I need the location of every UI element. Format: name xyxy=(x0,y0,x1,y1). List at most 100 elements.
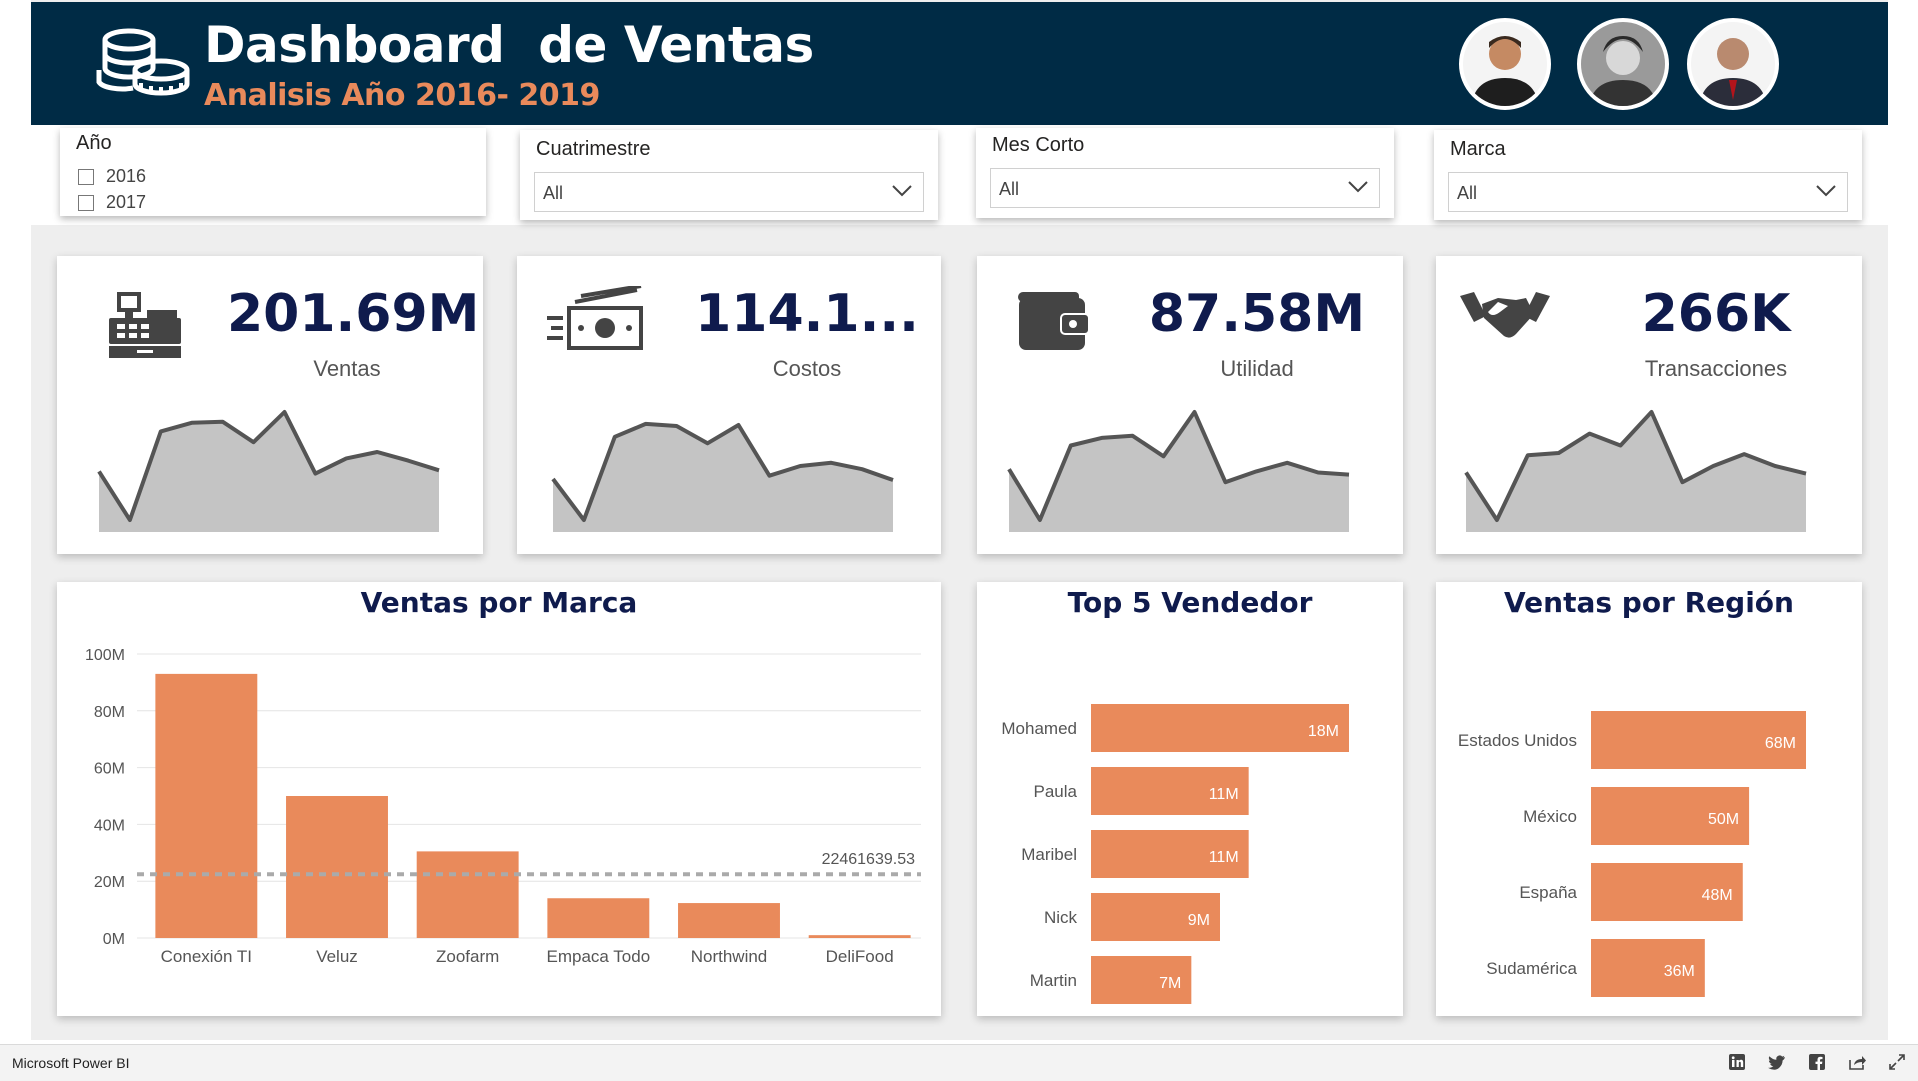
data-label: 68M xyxy=(1765,735,1796,752)
x-tick-label: Empaca Todo xyxy=(547,947,651,966)
wallet-icon xyxy=(1018,292,1089,350)
sparkline-chart xyxy=(1464,410,1807,532)
avatar-2 xyxy=(1577,18,1669,110)
average-line-label: 22461639.53 xyxy=(822,851,916,868)
avatar-3 xyxy=(1687,18,1779,110)
sparkline-area xyxy=(553,423,893,532)
share-icon[interactable] xyxy=(1848,1053,1866,1071)
vendedor-bar-chart: Mohamed 18M Paula 11M Maribel 11M Nick 9M Martin… xyxy=(1001,704,1349,1004)
year-option-2016[interactable]: 2016 xyxy=(78,166,146,187)
powerbi-brand: Microsoft Power BI xyxy=(12,1055,130,1071)
checkbox[interactable] xyxy=(78,194,94,211)
kpi-card-utilidad[interactable]: 87.58M Utilidad xyxy=(977,256,1403,554)
kpi-label: Utilidad xyxy=(1220,356,1294,381)
category-label: Martin xyxy=(1030,971,1077,990)
year-slicer-title: Año xyxy=(76,132,112,154)
sparkline-area xyxy=(99,412,439,532)
marca-bar-chart: 0M 20M 40M 60M 80M 100M Conexión TI Veluz Zoofar… xyxy=(85,647,921,966)
x-tick-label: DeliFood xyxy=(826,947,894,966)
bar-delifood xyxy=(808,935,911,938)
handshake-icon xyxy=(1460,292,1550,338)
fullscreen-icon[interactable] xyxy=(1888,1053,1906,1071)
twitter-icon[interactable] xyxy=(1768,1053,1786,1071)
dropdown-value: All xyxy=(999,179,1020,199)
category-label: España xyxy=(1519,883,1577,902)
data-label: 50M xyxy=(1708,811,1739,828)
status-bar: Microsoft Power BI xyxy=(0,1044,1918,1081)
year-options: 2016 2017 xyxy=(60,164,486,214)
bar-veluz xyxy=(286,796,388,938)
year-option-2017[interactable]: 2017 xyxy=(78,192,146,213)
money-bill-icon xyxy=(547,286,643,350)
bar-empaca-todo xyxy=(547,898,650,938)
category-label: Paula xyxy=(1034,782,1078,801)
checkbox[interactable] xyxy=(78,168,94,185)
x-tick-label: Veluz xyxy=(316,947,358,966)
cash-register-icon xyxy=(109,292,181,358)
chevron-down-icon xyxy=(1816,185,1836,197)
y-tick-label: 0M xyxy=(103,931,125,948)
chart-top5-vendedor[interactable]: Top 5 Vendedor Mohamed 18M Paula 11M Maribel… xyxy=(977,582,1403,1016)
bar-conexión-ti xyxy=(155,673,258,938)
mes-dropdown[interactable]: All xyxy=(990,168,1380,208)
kpi-card-costos[interactable]: 114.1... Costos xyxy=(517,256,941,554)
cuatrimestre-dropdown[interactable]: All xyxy=(534,172,924,212)
kpi-value: 201.69M xyxy=(227,284,480,344)
chevron-down-icon xyxy=(892,185,912,197)
y-tick-label: 20M xyxy=(94,874,125,891)
dashboard-subtitle: Analisis Año 2016- 2019 xyxy=(204,78,600,113)
sparkline-chart xyxy=(551,421,894,532)
facebook-icon[interactable] xyxy=(1808,1053,1826,1071)
data-label: 48M xyxy=(1702,887,1733,904)
marca-slicer: Marca All xyxy=(1434,130,1862,220)
data-label: 9M xyxy=(1188,912,1210,929)
y-tick-label: 40M xyxy=(94,817,125,834)
y-tick-label: 100M xyxy=(85,647,125,664)
chart-ventas-region[interactable]: Ventas por Región Estados Unidos 68M Méxic… xyxy=(1436,582,1862,1016)
category-label: Maribel xyxy=(1021,845,1077,864)
kpi-label: Costos xyxy=(772,356,842,381)
chart-title: Ventas por Marca xyxy=(360,586,638,619)
kpi-label: Ventas xyxy=(313,356,381,381)
sparkline-chart xyxy=(1007,410,1350,532)
coins-icon xyxy=(96,28,190,96)
kpi-card-ventas[interactable]: 201.69M Ventas xyxy=(57,256,483,554)
avatar-1 xyxy=(1459,18,1551,110)
dropdown-value: All xyxy=(1457,183,1478,203)
region-bar-chart: Estados Unidos 68M México 50M España 48M Sudam… xyxy=(1458,711,1806,997)
bar-zoofarm xyxy=(416,851,519,938)
dashboard-title: Dashboard de Ventas xyxy=(204,16,814,74)
kpi-card-transacciones[interactable]: 266K Transacciones xyxy=(1436,256,1862,554)
category-label: Nick xyxy=(1044,908,1078,927)
data-label: 11M xyxy=(1209,786,1239,803)
category-label: Estados Unidos xyxy=(1458,731,1577,750)
data-label: 11M xyxy=(1209,849,1239,866)
chart-title: Ventas por Región xyxy=(1504,586,1794,619)
kpi-value: 266K xyxy=(1641,284,1791,344)
mes-slicer: Mes Corto All xyxy=(976,128,1394,218)
marca-title: Marca xyxy=(1450,138,1506,160)
bar-northwind xyxy=(678,903,780,938)
linkedin-icon[interactable] xyxy=(1728,1053,1746,1071)
report-header: Dashboard de Ventas Analisis Año 2016- 2… xyxy=(31,2,1888,125)
kpi-value: 114.1... xyxy=(695,284,919,344)
year-option-label: 2016 xyxy=(106,166,147,186)
x-tick-label: Zoofarm xyxy=(436,947,499,966)
chart-title: Top 5 Vendedor xyxy=(1067,586,1313,619)
data-label: 7M xyxy=(1159,975,1181,992)
year-slicer: Año 2016 2017 xyxy=(60,128,486,216)
mes-title: Mes Corto xyxy=(992,134,1085,156)
data-label: 18M xyxy=(1308,723,1339,740)
marca-dropdown[interactable]: All xyxy=(1448,172,1848,212)
category-label: Sudamérica xyxy=(1486,959,1577,978)
x-tick-label: Northwind xyxy=(691,947,768,966)
category-label: Mohamed xyxy=(1001,719,1077,738)
cuatrimestre-title: Cuatrimestre xyxy=(536,138,651,160)
kpi-label: Transacciones xyxy=(1644,356,1788,381)
year-option-label: 2017 xyxy=(106,192,147,212)
chart-ventas-marca[interactable]: Ventas por Marca 0M 20M 40M 60M 80M 100M Conex… xyxy=(57,582,941,1016)
dropdown-value: All xyxy=(543,183,564,203)
chevron-down-icon xyxy=(1348,181,1368,193)
y-tick-label: 60M xyxy=(94,761,125,778)
cuatrimestre-slicer: Cuatrimestre All xyxy=(520,130,938,220)
